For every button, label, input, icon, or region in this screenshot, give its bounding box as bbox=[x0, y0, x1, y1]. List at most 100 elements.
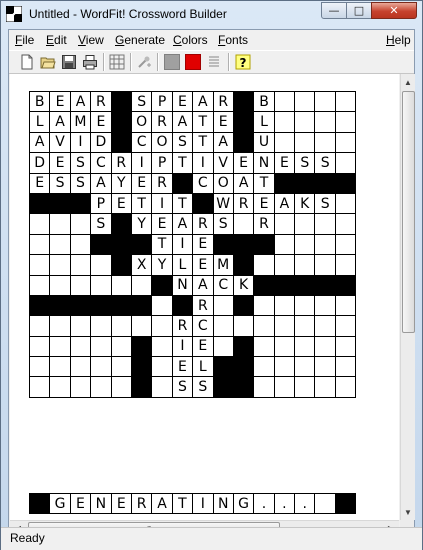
grid-cell[interactable] bbox=[273, 376, 296, 398]
grid-cell[interactable]: E bbox=[232, 152, 255, 174]
grid-cell[interactable] bbox=[334, 213, 357, 235]
grid-cell[interactable]: S bbox=[69, 152, 92, 174]
menu-file[interactable]: File bbox=[15, 33, 34, 47]
black-cell[interactable] bbox=[151, 274, 173, 296]
red-color-icon[interactable] bbox=[185, 54, 201, 70]
grid-cell[interactable] bbox=[110, 315, 132, 337]
grid-cell[interactable]: L bbox=[171, 254, 194, 276]
grid-cell[interactable]: I bbox=[151, 192, 173, 215]
grid-cell[interactable]: O bbox=[212, 172, 234, 194]
grid-cell[interactable]: L bbox=[192, 356, 214, 378]
grid-cell[interactable]: R bbox=[253, 213, 275, 235]
black-cell[interactable] bbox=[212, 233, 234, 256]
grid-cell[interactable] bbox=[28, 213, 51, 235]
grid-cell[interactable] bbox=[49, 376, 71, 398]
grid-cell[interactable]: V bbox=[212, 152, 234, 174]
grid-cell[interactable]: A bbox=[69, 90, 92, 113]
grid-cell[interactable] bbox=[294, 233, 316, 256]
grid-cell[interactable]: N bbox=[253, 152, 275, 174]
grid-cell[interactable]: M bbox=[212, 254, 234, 276]
black-cell[interactable] bbox=[273, 274, 296, 296]
grid-cell[interactable]: S bbox=[49, 172, 71, 194]
menu-edit[interactable]: Edit bbox=[46, 33, 67, 47]
grid-cell[interactable]: Y bbox=[110, 172, 132, 194]
grid-cell[interactable] bbox=[151, 356, 173, 378]
black-cell[interactable] bbox=[110, 131, 132, 154]
grid-cell[interactable] bbox=[69, 335, 92, 358]
black-cell[interactable] bbox=[171, 294, 194, 317]
grid-cell[interactable]: T bbox=[151, 233, 173, 256]
grid-cell[interactable]: C bbox=[90, 152, 112, 174]
grid-cell[interactable]: Y bbox=[130, 213, 153, 235]
black-cell[interactable] bbox=[334, 172, 357, 194]
grid-cell[interactable] bbox=[294, 213, 316, 235]
grid-cell[interactable]: P bbox=[151, 152, 173, 174]
grid-cell[interactable] bbox=[334, 111, 357, 133]
grid-cell[interactable] bbox=[49, 356, 71, 378]
grid-cell[interactable]: S bbox=[171, 131, 194, 154]
black-cell[interactable] bbox=[130, 376, 153, 398]
black-cell[interactable] bbox=[69, 294, 92, 317]
grid-cell[interactable] bbox=[314, 376, 336, 398]
grid-cell[interactable] bbox=[151, 315, 173, 337]
grid-cell[interactable] bbox=[90, 356, 112, 378]
grid-cell[interactable] bbox=[314, 254, 336, 276]
grid-cell[interactable] bbox=[253, 254, 275, 276]
black-cell[interactable] bbox=[232, 376, 255, 398]
grid-cell[interactable] bbox=[334, 90, 357, 113]
grid-cell[interactable]: S bbox=[171, 376, 194, 398]
grid-cell[interactable]: T bbox=[192, 111, 214, 133]
grid-cell[interactable] bbox=[69, 233, 92, 256]
grid-cell[interactable]: A bbox=[192, 90, 214, 113]
black-cell[interactable] bbox=[294, 274, 316, 296]
scroll-down-icon[interactable]: ▼ bbox=[401, 504, 415, 520]
black-cell[interactable] bbox=[171, 172, 194, 194]
grid-cell[interactable] bbox=[69, 213, 92, 235]
grid-cell[interactable]: O bbox=[130, 111, 153, 133]
grid-cell[interactable] bbox=[49, 233, 71, 256]
grid-cell[interactable] bbox=[273, 90, 296, 113]
grid-cell[interactable] bbox=[334, 294, 357, 317]
grid-cell[interactable]: I bbox=[192, 152, 214, 174]
grid-cell[interactable]: T bbox=[253, 172, 275, 194]
grid-cell[interactable] bbox=[334, 315, 357, 337]
title-bar[interactable]: Untitled - WordFit! Crossword Builder — … bbox=[1, 1, 422, 27]
puzzle-canvas[interactable]: BEARSPEARBLAMEORATELAVIDCOSTAUDESCRIPTIV… bbox=[10, 74, 399, 520]
grid-cell[interactable]: D bbox=[90, 131, 112, 154]
grid-cell[interactable]: O bbox=[151, 131, 173, 154]
black-cell[interactable] bbox=[110, 233, 132, 256]
black-cell[interactable] bbox=[130, 294, 153, 317]
menu-view[interactable]: View bbox=[78, 33, 104, 47]
grid-cell[interactable]: P bbox=[151, 90, 173, 113]
grid-cell[interactable] bbox=[110, 274, 132, 296]
grid-cell[interactable] bbox=[49, 254, 71, 276]
black-cell[interactable] bbox=[294, 172, 316, 194]
grid-cell[interactable] bbox=[273, 254, 296, 276]
grid-cell[interactable]: S bbox=[130, 90, 153, 113]
grid-cell[interactable] bbox=[49, 274, 71, 296]
grid-cell[interactable] bbox=[253, 356, 275, 378]
grid-cell[interactable]: A bbox=[171, 111, 194, 133]
black-cell[interactable] bbox=[232, 294, 255, 317]
grid-cell[interactable]: E bbox=[110, 192, 132, 215]
new-file-icon[interactable] bbox=[19, 54, 35, 70]
grid-cell[interactable] bbox=[28, 315, 51, 337]
grid-cell[interactable] bbox=[110, 356, 132, 378]
grid-cell[interactable]: E bbox=[253, 192, 275, 215]
open-folder-icon[interactable] bbox=[40, 54, 56, 70]
grid-cell[interactable]: E bbox=[49, 152, 71, 174]
grid-cell[interactable]: S bbox=[314, 192, 336, 215]
black-cell[interactable] bbox=[212, 356, 234, 378]
black-cell[interactable] bbox=[232, 254, 255, 276]
grid-cell[interactable] bbox=[294, 131, 316, 154]
black-cell[interactable] bbox=[192, 192, 214, 215]
grid-cell[interactable]: R bbox=[192, 213, 214, 235]
grid-cell[interactable]: D bbox=[28, 152, 51, 174]
grid-cell[interactable] bbox=[28, 376, 51, 398]
black-cell[interactable] bbox=[273, 172, 296, 194]
black-cell[interactable] bbox=[314, 274, 336, 296]
scroll-up-icon[interactable]: ▲ bbox=[401, 74, 415, 90]
grid-cell[interactable] bbox=[294, 335, 316, 358]
grid-cell[interactable]: B bbox=[28, 90, 51, 113]
grid-cell[interactable]: K bbox=[294, 192, 316, 215]
